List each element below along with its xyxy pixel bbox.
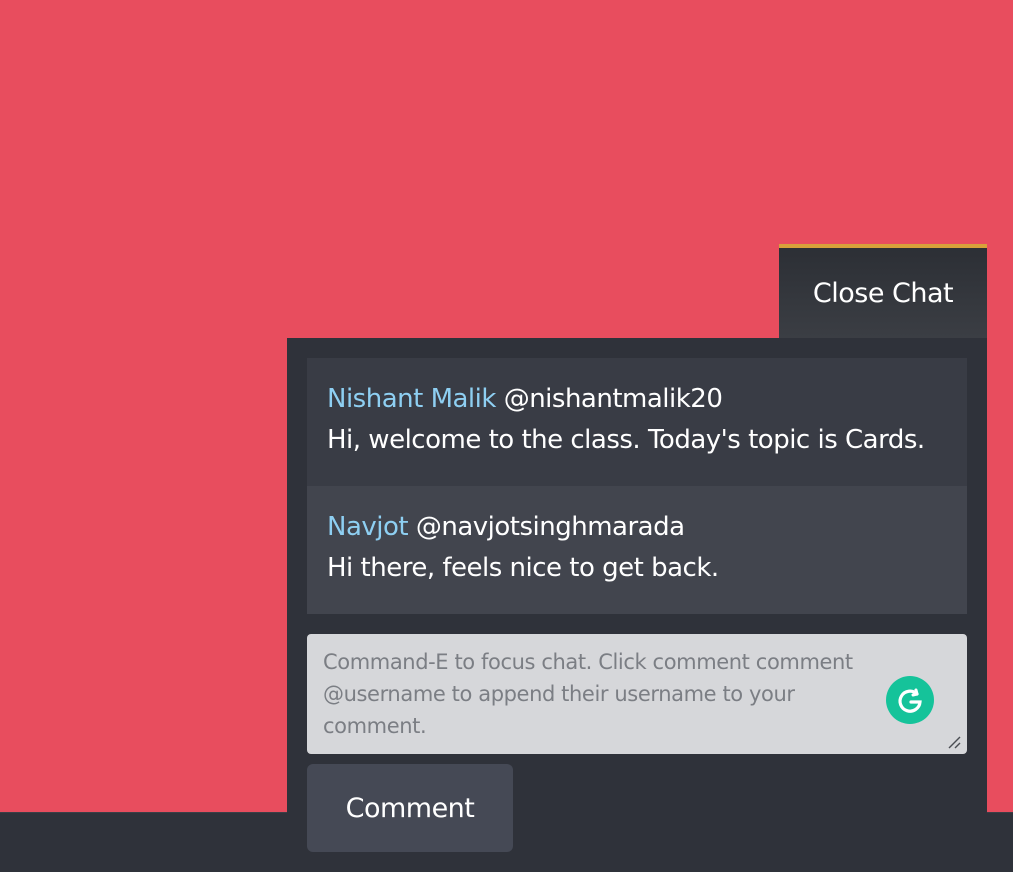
message-header: Nishant Malik @nishantmalik20 — [327, 382, 947, 416]
comment-button[interactable]: Comment — [307, 764, 513, 852]
page: Close Chat Nishant Malik @nishantmalik20… — [0, 0, 1013, 872]
comment-composer — [307, 634, 967, 754]
chat-message: Nishant Malik @nishantmalik20 Hi, welcom… — [307, 358, 967, 486]
close-chat-label: Close Chat — [812, 277, 954, 309]
message-header: Navjot @navjotsinghmarada — [327, 510, 947, 544]
message-author[interactable]: Nishant Malik — [327, 384, 496, 414]
message-text: Hi there, feels nice to get back. — [327, 553, 719, 583]
chat-panel: Nishant Malik @nishantmalik20 Hi, welcom… — [287, 338, 987, 872]
message-author[interactable]: Navjot — [327, 512, 409, 542]
chat-message: Navjot @navjotsinghmarada Hi there, feel… — [307, 486, 967, 614]
message-handle[interactable]: @navjotsinghmarada — [416, 512, 685, 542]
message-list: Nishant Malik @nishantmalik20 Hi, welcom… — [307, 358, 967, 614]
comment-button-label: Comment — [345, 792, 475, 824]
message-text: Hi, welcome to the class. Today's topic … — [327, 425, 925, 455]
comment-input[interactable] — [323, 646, 883, 742]
grammarly-icon[interactable] — [886, 676, 934, 724]
message-handle[interactable]: @nishantmalik20 — [504, 384, 723, 414]
close-chat-button[interactable]: Close Chat — [779, 244, 987, 338]
resize-handle-icon[interactable] — [947, 734, 961, 749]
